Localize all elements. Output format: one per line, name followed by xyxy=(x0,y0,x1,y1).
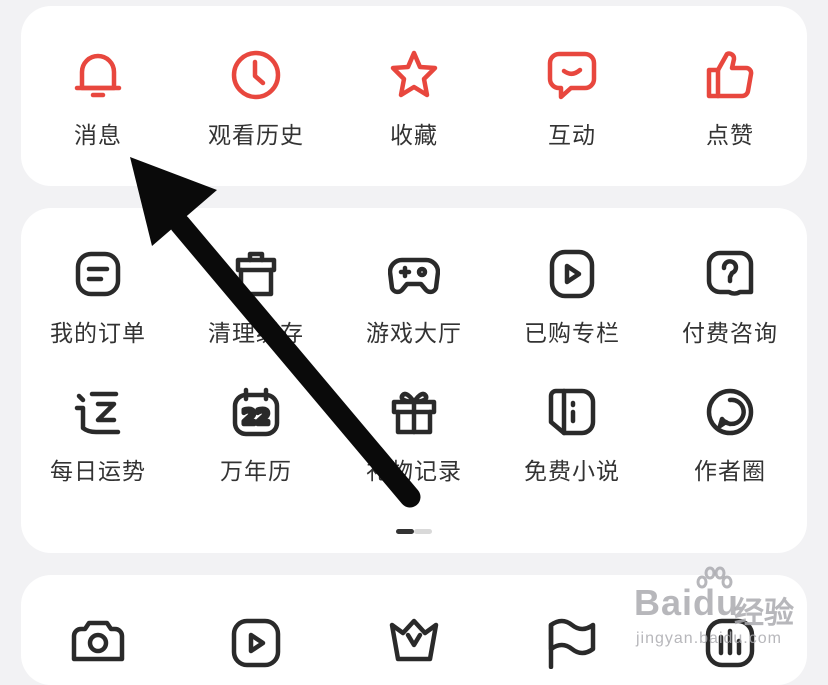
book-icon xyxy=(548,388,596,436)
watch-history-label: 观看历史 xyxy=(208,123,304,149)
video-entry[interactable] xyxy=(186,615,326,669)
interactions-entry[interactable]: 互动 xyxy=(502,48,642,150)
clock-icon xyxy=(231,50,281,100)
calendar-icon: 22 xyxy=(232,387,280,437)
camera-entry[interactable] xyxy=(28,615,168,669)
tools-card: 我的订单 清理缓存 游戏大厅 已购专栏 付费咨询 每日运势 22 万年历 礼物记… xyxy=(21,208,807,553)
my-orders-entry[interactable]: 我的订单 xyxy=(28,248,168,348)
gift-icon xyxy=(391,391,437,435)
calendar-entry[interactable]: 22 万年历 xyxy=(186,386,326,486)
order-icon xyxy=(75,251,121,297)
gift-records-entry[interactable]: 礼物记录 xyxy=(344,386,484,486)
calendar-label: 万年历 xyxy=(220,459,292,485)
daily-fortune-entry[interactable]: 每日运势 xyxy=(28,386,168,486)
camera-icon xyxy=(71,620,125,662)
question-bubble-icon xyxy=(706,250,754,296)
stats-entry[interactable] xyxy=(660,615,800,669)
flag-icon xyxy=(548,618,596,669)
purchased-columns-label: 已购专栏 xyxy=(524,321,620,347)
chat-bubble-icon xyxy=(547,51,597,100)
thumbs-up-icon xyxy=(706,51,754,99)
daily-fortune-label: 每日运势 xyxy=(50,459,146,485)
crown-icon xyxy=(389,618,439,662)
more-services-card xyxy=(21,575,807,685)
page-dot-active xyxy=(396,529,414,534)
page-indicator xyxy=(396,529,432,534)
quick-access-card: 消息 观看历史 收藏 互动 点赞 xyxy=(21,6,807,186)
clear-cache-entry[interactable]: 清理缓存 xyxy=(186,248,326,348)
free-novels-entry[interactable]: 免费小说 xyxy=(502,386,642,486)
gamepad-icon xyxy=(388,257,440,295)
fortune-icon xyxy=(74,391,121,435)
clear-cache-label: 清理缓存 xyxy=(208,321,304,347)
gift-records-label: 礼物记录 xyxy=(366,459,462,485)
bell-icon xyxy=(74,53,122,98)
paid-consulting-entry[interactable]: 付费咨询 xyxy=(660,248,800,348)
play-square-icon xyxy=(549,249,595,299)
messages-label: 消息 xyxy=(74,123,122,149)
free-novels-label: 免费小说 xyxy=(524,459,620,485)
stats-icon xyxy=(705,618,755,668)
favorites-label: 收藏 xyxy=(390,123,438,149)
page-dot-inactive xyxy=(414,529,432,534)
likes-entry[interactable]: 点赞 xyxy=(660,48,800,150)
broom-icon xyxy=(235,251,277,297)
game-hall-entry[interactable]: 游戏大厅 xyxy=(344,248,484,348)
crown-entry[interactable] xyxy=(344,615,484,669)
video-play-icon xyxy=(231,618,281,668)
purchased-columns-entry[interactable]: 已购专栏 xyxy=(502,248,642,348)
watch-history-entry[interactable]: 观看历史 xyxy=(186,48,326,150)
favorites-entry[interactable]: 收藏 xyxy=(344,48,484,150)
svg-text:22: 22 xyxy=(242,405,270,429)
my-orders-label: 我的订单 xyxy=(50,321,146,347)
paid-consulting-label: 付费咨询 xyxy=(682,321,778,347)
likes-label: 点赞 xyxy=(706,123,754,149)
author-circle-entry[interactable]: 作者圈 xyxy=(660,386,800,486)
author-circle-label: 作者圈 xyxy=(694,459,766,485)
flag-entry[interactable] xyxy=(502,615,642,669)
interactions-label: 互动 xyxy=(548,123,596,149)
messages-entry[interactable]: 消息 xyxy=(28,48,168,150)
star-icon xyxy=(390,50,438,98)
author-circle-icon xyxy=(706,388,754,436)
game-hall-label: 游戏大厅 xyxy=(366,321,462,347)
